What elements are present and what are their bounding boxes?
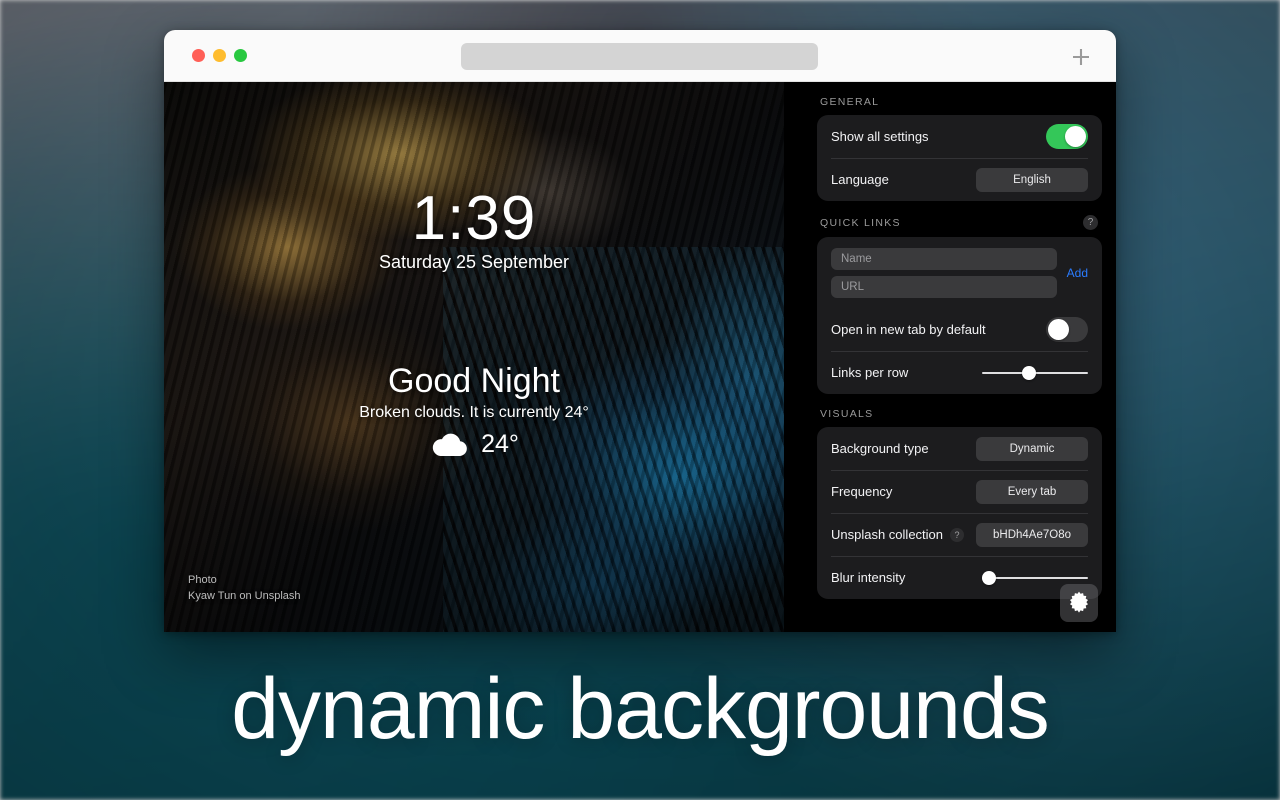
- label-open-in-new-tab: Open in new tab by default: [831, 322, 986, 337]
- slider-thumb[interactable]: [982, 571, 996, 585]
- browser-window: 1:39 Saturday 25 September Good Night Br…: [164, 30, 1116, 632]
- row-blur-intensity: Blur intensity: [831, 556, 1088, 599]
- photo-credit-line1: Photo: [188, 573, 301, 589]
- label-language: Language: [831, 172, 889, 187]
- new-tab-button[interactable]: [1066, 42, 1096, 72]
- help-icon-unsplash-collection[interactable]: ?: [950, 528, 964, 542]
- help-icon-quick-links[interactable]: ?: [1083, 215, 1098, 230]
- settings-card-general: Show all settings Language English: [817, 115, 1102, 201]
- date-label: Saturday 25 September: [164, 252, 784, 273]
- label-unsplash-collection-text: Unsplash collection: [831, 527, 943, 542]
- close-window-button[interactable]: [192, 49, 205, 62]
- cloud-icon: [429, 431, 469, 459]
- row-open-in-new-tab: Open in new tab by default: [831, 308, 1088, 351]
- label-background-type: Background type: [831, 441, 929, 456]
- section-title-quick-links: QUICK LINKS: [820, 217, 901, 229]
- window-content: 1:39 Saturday 25 September Good Night Br…: [164, 82, 1116, 632]
- slider-track: [982, 577, 1088, 579]
- label-links-per-row: Links per row: [831, 365, 908, 380]
- weather-description: Broken clouds. It is currently 24°: [164, 404, 784, 422]
- section-header-general: GENERAL: [817, 96, 1102, 115]
- weather-temperature: 24°: [481, 430, 519, 459]
- toggle-knob: [1048, 319, 1069, 340]
- section-title-general: GENERAL: [820, 96, 879, 108]
- gear-icon: [1066, 590, 1092, 616]
- clock: 1:39: [164, 188, 784, 250]
- label-frequency: Frequency: [831, 484, 892, 499]
- settings-card-quick-links: Add Open in new tab by default Links per…: [817, 237, 1102, 394]
- label-blur-intensity: Blur intensity: [831, 570, 905, 585]
- slider-links-per-row[interactable]: [982, 364, 1088, 382]
- window-controls: [192, 49, 247, 62]
- settings-panel: GENERAL Show all settings Language Engli…: [784, 82, 1116, 632]
- row-links-per-row: Links per row: [831, 351, 1088, 394]
- greeting: Good Night: [164, 362, 784, 401]
- toggle-open-in-new-tab[interactable]: [1046, 317, 1088, 342]
- photo-credit-line2: Kyaw Tun on Unsplash: [188, 589, 301, 605]
- quick-link-url-input[interactable]: [831, 276, 1057, 298]
- quick-link-fields: [831, 248, 1057, 298]
- label-show-all-settings: Show all settings: [831, 129, 929, 144]
- toggle-knob: [1065, 126, 1086, 147]
- zoom-window-button[interactable]: [234, 49, 247, 62]
- photo-overlay: [164, 82, 784, 632]
- select-frequency[interactable]: Every tab: [976, 480, 1088, 504]
- settings-gear-button[interactable]: [1060, 584, 1098, 622]
- row-frequency: Frequency Every tab: [831, 470, 1088, 513]
- row-language: Language English: [831, 158, 1088, 201]
- quick-link-name-input[interactable]: [831, 248, 1057, 270]
- caption-text: dynamic backgrounds: [0, 660, 1280, 759]
- slider-thumb[interactable]: [1022, 366, 1036, 380]
- photo-credit[interactable]: Photo Kyaw Tun on Unsplash: [188, 573, 301, 605]
- input-unsplash-collection[interactable]: bHDh4Ae7O8o: [976, 523, 1088, 547]
- settings-card-visuals: Background type Dynamic Frequency Every …: [817, 427, 1102, 599]
- select-background-type[interactable]: Dynamic: [976, 437, 1088, 461]
- plus-icon: [1070, 46, 1092, 68]
- label-unsplash-collection: Unsplash collection ?: [831, 527, 964, 542]
- weather-widget: 24°: [164, 430, 784, 459]
- row-unsplash-collection: Unsplash collection ? bHDh4Ae7O8o: [831, 513, 1088, 556]
- address-bar[interactable]: [461, 43, 818, 70]
- add-quick-link-button[interactable]: Add: [1067, 266, 1088, 280]
- section-title-visuals: VISUALS: [820, 408, 873, 420]
- section-header-quick-links: QUICK LINKS ?: [817, 215, 1102, 237]
- row-show-all-settings: Show all settings: [831, 115, 1088, 158]
- section-header-visuals: VISUALS: [817, 408, 1102, 427]
- browser-toolbar: [164, 30, 1116, 82]
- minimize-window-button[interactable]: [213, 49, 226, 62]
- toggle-show-all-settings[interactable]: [1046, 124, 1088, 149]
- select-language[interactable]: English: [976, 168, 1088, 192]
- row-add-quick-link: Add: [831, 237, 1088, 308]
- row-background-type: Background type Dynamic: [831, 427, 1088, 470]
- new-tab-page: 1:39 Saturday 25 September Good Night Br…: [164, 82, 784, 632]
